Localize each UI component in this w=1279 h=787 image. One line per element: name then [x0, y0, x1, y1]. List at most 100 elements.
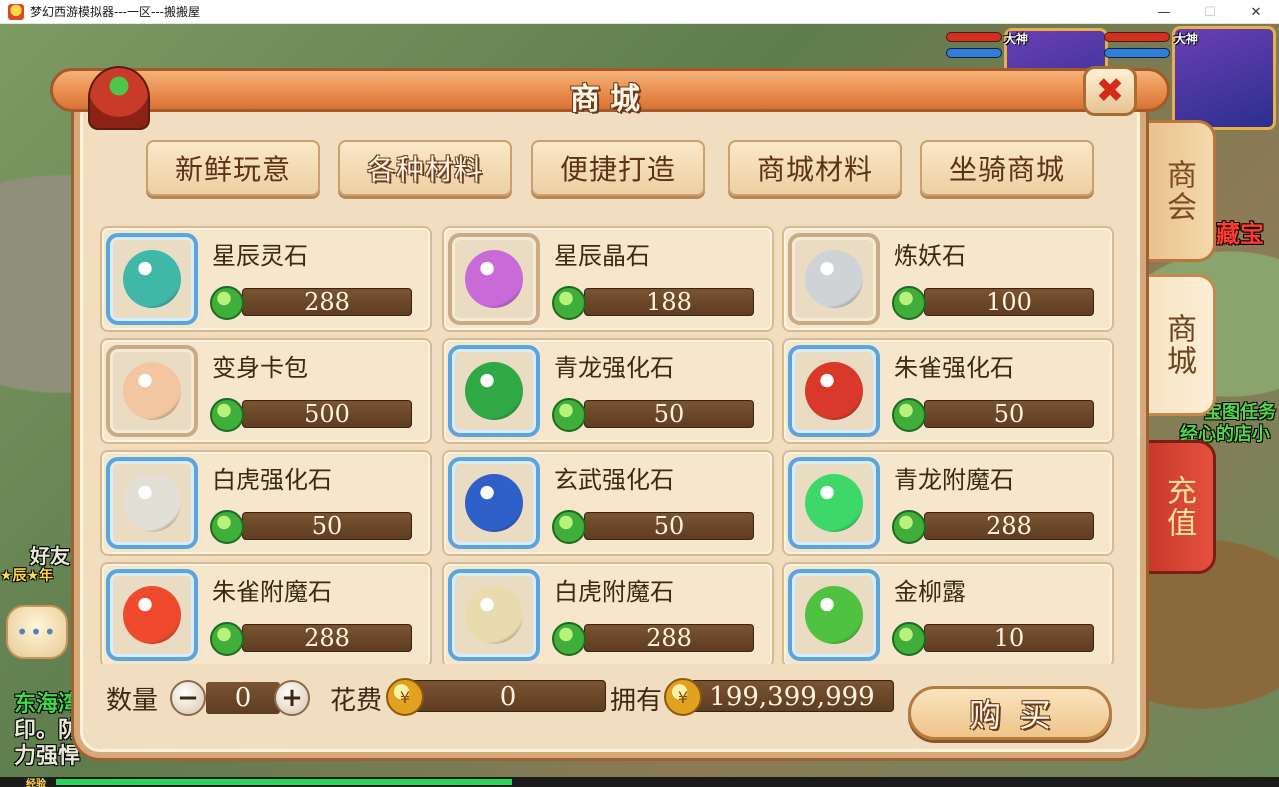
quantity-field[interactable]: 0 — [206, 682, 280, 714]
green-dragon-enchant-icon — [788, 457, 880, 549]
red-phoenix-stone-icon — [788, 345, 880, 437]
gold-coin-icon: ¥ — [664, 678, 702, 716]
item-name: 朱雀强化石 — [894, 354, 1014, 382]
quantity-label: 数量 — [106, 686, 159, 716]
exp-bar: 经验 — [0, 777, 1279, 787]
black-tortoise-stone-icon — [448, 457, 540, 549]
white-tiger-enchant-icon — [448, 569, 540, 661]
item-price: 188 — [646, 288, 692, 316]
owned-value: 199,399,999 — [690, 680, 894, 712]
currency-icon — [892, 286, 926, 320]
category-materials[interactable]: 各种材料 — [338, 140, 512, 196]
shop-item[interactable]: 青龙附魔石 288 — [782, 450, 1114, 556]
shop-item[interactable]: 星辰灵石 288 — [100, 226, 432, 332]
shop-item[interactable]: 金柳露 10 — [782, 562, 1114, 664]
category-novelties[interactable]: 新鲜玩意 — [146, 140, 320, 196]
maximize-button[interactable]: ☐ — [1187, 0, 1233, 24]
close-shop-button[interactable]: ✖ — [1083, 66, 1137, 116]
item-price: 288 — [304, 624, 350, 652]
currency-icon — [552, 286, 586, 320]
player-badge: 大神 — [1174, 32, 1199, 46]
hp-bar — [1104, 32, 1170, 42]
window-titlebar: 梦幻西游模拟器---一区---搬搬屋 — ☐ ✕ — [0, 0, 1279, 24]
currency-icon — [552, 398, 586, 432]
red-phoenix-enchant-icon — [106, 569, 198, 661]
currency-icon — [552, 510, 586, 544]
item-gem — [465, 474, 523, 532]
rainbow-crystals-icon — [448, 233, 540, 325]
window-controls: — ☐ ✕ — [1141, 0, 1279, 24]
shop-item[interactable]: 变身卡包 500 — [100, 338, 432, 444]
mp-bar — [946, 48, 1002, 58]
gold-coin-icon: ¥ — [386, 678, 424, 716]
app-icon — [8, 3, 24, 20]
item-name: 白虎强化石 — [212, 466, 332, 494]
shop-item[interactable]: 朱雀附魔石 288 — [100, 562, 432, 664]
category-quick-forge[interactable]: 便捷打造 — [531, 140, 705, 196]
currency-icon — [210, 622, 244, 656]
shop-emblem-icon — [88, 66, 150, 130]
silver-stone-icon — [788, 233, 880, 325]
shop-item[interactable]: 白虎附魔石 288 — [442, 562, 774, 664]
currency-icon — [210, 286, 244, 320]
close-window-button[interactable]: ✕ — [1233, 0, 1279, 24]
item-price: 10 — [993, 624, 1025, 652]
exp-fill — [56, 779, 512, 785]
shop-item[interactable]: 白虎强化石 50 — [100, 450, 432, 556]
item-name: 玄武强化石 — [554, 466, 674, 494]
shop-title: 商城 — [570, 82, 650, 117]
treasure-label: 藏宝 — [1216, 220, 1264, 248]
item-gem — [123, 250, 181, 308]
cost-label: 花费 — [330, 686, 383, 716]
category-mount-shop[interactable]: 坐骑商城 — [920, 140, 1094, 196]
quantity-plus-button[interactable]: + — [274, 680, 310, 716]
player-badge: 大神 — [1004, 32, 1029, 46]
item-price: 288 — [304, 288, 350, 316]
tab-recharge[interactable]: 充值 — [1140, 440, 1216, 574]
shop-item[interactable]: 青龙强化石 50 — [442, 338, 774, 444]
chat-bubble-icon[interactable]: ••• — [6, 605, 68, 659]
item-price: 288 — [986, 512, 1032, 540]
item-price: 288 — [646, 624, 692, 652]
item-gem — [465, 250, 523, 308]
currency-icon — [552, 622, 586, 656]
item-price: 50 — [653, 512, 685, 540]
item-grid: 星辰灵石 288 星辰晶石 188 炼妖石 100 变身卡包 500 青龙强化石 50 朱雀强化石 5… — [100, 226, 1116, 664]
currency-icon — [892, 510, 926, 544]
window-title: 梦幻西游模拟器---一区---搬搬屋 — [30, 5, 200, 19]
item-name: 星辰灵石 — [212, 242, 308, 270]
card-pouch-icon — [106, 345, 198, 437]
white-tiger-stone-icon — [106, 457, 198, 549]
item-price: 100 — [986, 288, 1032, 316]
green-gourd-icon — [788, 569, 880, 661]
shop-item[interactable]: 玄武强化石 50 — [442, 450, 774, 556]
item-gem — [123, 474, 181, 532]
item-price: 50 — [653, 400, 685, 428]
item-name: 青龙强化石 — [554, 354, 674, 382]
item-gem — [805, 474, 863, 532]
item-name: 青龙附魔石 — [894, 466, 1014, 494]
item-gem — [123, 362, 181, 420]
shop-item[interactable]: 朱雀强化石 50 — [782, 338, 1114, 444]
shop-item[interactable]: 星辰晶石 188 — [442, 226, 774, 332]
quantity-minus-button[interactable]: − — [170, 680, 206, 716]
item-gem — [805, 250, 863, 308]
item-gem — [465, 586, 523, 644]
shop-item[interactable]: 炼妖石 100 — [782, 226, 1114, 332]
mp-bar — [1104, 48, 1170, 58]
item-name: 星辰晶石 — [554, 242, 650, 270]
tab-mall[interactable]: 商城 — [1140, 274, 1216, 416]
item-gem — [805, 362, 863, 420]
tab-chamber-of-commerce[interactable]: 商会 — [1140, 120, 1216, 262]
currency-icon — [210, 510, 244, 544]
title-label: ★辰★年 — [0, 568, 54, 584]
item-name: 变身卡包 — [212, 354, 308, 382]
exp-label: 经验 — [26, 779, 46, 787]
category-mall-materials[interactable]: 商城材料 — [728, 140, 902, 196]
item-gem — [123, 586, 181, 644]
buy-button[interactable]: 购买 — [908, 686, 1112, 740]
green-dragon-stone-icon — [448, 345, 540, 437]
item-gem — [805, 586, 863, 644]
minimize-button[interactable]: — — [1141, 0, 1187, 24]
currency-icon — [210, 398, 244, 432]
